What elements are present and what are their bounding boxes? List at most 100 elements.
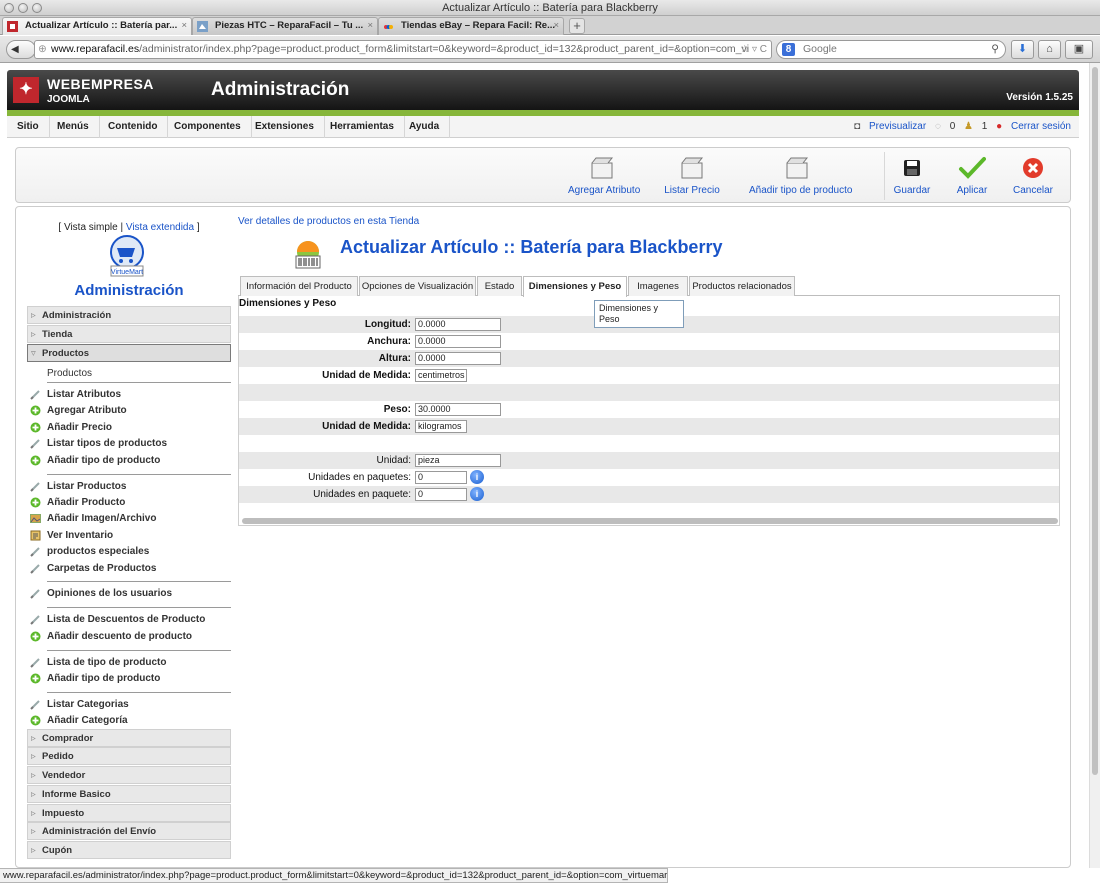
weight-field[interactable]: 30.0000 [415, 403, 501, 416]
sidebar-item[interactable]: Listar Atributos [27, 386, 231, 403]
sidebar-section-tienda[interactable]: Tienda [27, 325, 231, 343]
sidebar-item[interactable]: Listar Categorias [27, 696, 231, 713]
search-icon[interactable]: ⚲ [991, 41, 999, 58]
unit-field[interactable]: pieza [415, 454, 501, 467]
info-icon[interactable]: i [470, 487, 484, 501]
menu-item-sitio[interactable]: Sitio [7, 116, 50, 138]
menu-item-herramientas[interactable]: Herramientas [320, 116, 405, 138]
sidebar-item[interactable]: Carpetas de Productos [27, 560, 231, 577]
units-in-package-field[interactable]: 0 [415, 488, 467, 501]
sidebar-item[interactable]: Añadir tipo de producto [27, 452, 231, 469]
globe-icon: ⊕ [38, 43, 47, 55]
browser-window: Actualizar Artículo :: Batería para Blac… [0, 0, 1100, 883]
sidebar-divider [47, 607, 231, 609]
search-engine-icon[interactable]: 8 [782, 43, 795, 56]
tab-status[interactable]: Estado [477, 276, 522, 296]
address-bar[interactable]: ⊕ www.reparafacil.es/administrator/index… [34, 40, 772, 59]
back-button[interactable]: ◀ [6, 40, 36, 59]
sidebar-header: [ Vista simple | Vista extendida ] Virtu… [27, 218, 231, 300]
sidebar-item[interactable]: Añadir Imagen/Archivo [27, 510, 231, 527]
simple-view-link[interactable]: Vista simple [64, 222, 118, 233]
menu-item-contenido[interactable]: Contenido [98, 116, 169, 138]
dimension-unit-field[interactable]: centimetros [415, 369, 467, 382]
browser-tab-active[interactable]: Actualizar Artículo :: Batería par... × [2, 17, 192, 35]
sidebar-item[interactable]: Opiniones de los usuarios [27, 585, 231, 602]
browser-tab[interactable]: Piezas HTC – ReparaFacil – Tu ... × [192, 17, 378, 35]
browser-tab[interactable]: Tiendas eBay – Repara Facil: Re... × [378, 17, 564, 35]
tab-related-products[interactable]: Productos relacionados [689, 276, 795, 296]
menu-item-extensiones[interactable]: Extensiones [245, 116, 325, 138]
list-icon [30, 438, 41, 449]
product-details-link[interactable]: Ver detalles de productos en esta Tienda [238, 216, 419, 227]
sidebar-item[interactable]: Agregar Atributo [27, 402, 231, 419]
height-field[interactable]: 0.0000 [415, 352, 501, 365]
download-button[interactable]: ⬇ [1011, 40, 1034, 59]
sidebar-item-label: Agregar Atributo [47, 405, 127, 417]
add-product-type-button[interactable]: Añadir tipo de producto [749, 148, 852, 204]
cancel-button[interactable]: Cancelar [1010, 148, 1056, 204]
sidebar-item[interactable]: Añadir tipo de producto [27, 670, 231, 687]
scrollbar-thumb[interactable] [1092, 67, 1098, 775]
units-in-packages-field[interactable]: 0 [415, 471, 467, 484]
add-attribute-button[interactable]: Agregar Atributo [568, 148, 640, 204]
tab-dimensions-weight[interactable]: Dimensiones y Peso [523, 276, 627, 297]
sidebar-section[interactable]: Administración del Envío [27, 822, 231, 841]
tab-close-icon[interactable]: × [181, 18, 187, 34]
width-field[interactable]: 0.0000 [415, 335, 501, 348]
sidebar-item[interactable]: Añadir descuento de producto [27, 628, 231, 645]
url-bar-controls[interactable]: ☆ ▿ C [740, 41, 767, 58]
sidebar-section[interactable]: Vendedor [27, 766, 231, 785]
sidebar-item[interactable]: Añadir Precio [27, 419, 231, 436]
apply-button[interactable]: Aplicar [950, 148, 994, 204]
sidebar-item-productos[interactable]: Productos [27, 365, 231, 382]
weight-unit-field[interactable]: kilogramos [415, 420, 467, 433]
page-title: Actualizar Artículo :: Batería para Blac… [340, 237, 723, 257]
menu-button[interactable]: ▣ [1065, 40, 1093, 59]
sidebar-item[interactable]: Listar tipos de productos [27, 435, 231, 452]
info-icon[interactable]: i [470, 470, 484, 484]
panel-scrollbar[interactable] [242, 518, 1058, 524]
messages-count[interactable]: 0 [950, 121, 956, 132]
search-input[interactable]: 8 Google ⚲ [776, 40, 1006, 59]
preview-link[interactable]: Previsualizar [869, 121, 926, 132]
toolbar-divider [884, 152, 885, 200]
units-in-packages-label: Unidades en paquetes: [308, 472, 411, 483]
menu-item-componentes[interactable]: Componentes [164, 116, 252, 138]
sidebar-section[interactable]: Cupón [27, 840, 231, 859]
tab-images[interactable]: Imagenes [628, 276, 688, 296]
list-price-button[interactable]: Listar Precio [664, 148, 720, 204]
new-tab-button[interactable]: + [569, 18, 585, 34]
sidebar-section-administracion[interactable]: Administración [27, 306, 231, 324]
tab-close-icon[interactable]: × [553, 18, 559, 34]
logout-link[interactable]: Cerrar sesión [1011, 121, 1071, 132]
tab-display-options[interactable]: Opciones de Visualización [359, 276, 476, 296]
tab-close-icon[interactable]: × [367, 18, 373, 34]
sidebar-item[interactable]: Listar Productos [27, 478, 231, 495]
window-title-bar: Actualizar Artículo :: Batería para Blac… [0, 0, 1100, 16]
menu-item-ayuda[interactable]: Ayuda [399, 116, 451, 138]
sidebar-section-productos[interactable]: Productos [27, 344, 231, 362]
form-row-spacer [239, 435, 1059, 452]
home-button[interactable]: ⌂ [1038, 40, 1061, 59]
sidebar-item[interactable]: Lista de tipo de producto [27, 654, 231, 671]
close-window-button[interactable] [4, 3, 14, 13]
sidebar-section[interactable]: Pedido [27, 747, 231, 766]
zoom-window-button[interactable] [32, 3, 42, 13]
sidebar-item[interactable]: productos especiales [27, 543, 231, 560]
sidebar-section[interactable]: Impuesto [27, 803, 231, 822]
sidebar-item[interactable]: Lista de Descuentos de Producto [27, 611, 231, 628]
sidebar-section[interactable]: Comprador [27, 728, 231, 747]
extended-view-link[interactable]: Vista extendida [126, 222, 194, 233]
users-count[interactable]: 1 [982, 121, 988, 132]
sidebar-section[interactable]: Informe Basico [27, 784, 231, 803]
length-field[interactable]: 0.0000 [415, 318, 501, 331]
form-row: Peso: 30.0000 [239, 401, 1059, 418]
menu-item-menus[interactable]: Menús [47, 116, 100, 138]
sidebar-item[interactable]: Añadir Producto [27, 494, 231, 511]
sidebar-item[interactable]: Ver Inventario [27, 527, 231, 544]
tab-product-info[interactable]: Información del Producto [240, 276, 358, 296]
page-scrollbar[interactable] [1089, 63, 1100, 868]
save-button[interactable]: Guardar [892, 148, 932, 204]
sidebar-item[interactable]: Añadir Categoría [27, 712, 231, 729]
minimize-window-button[interactable] [18, 3, 28, 13]
